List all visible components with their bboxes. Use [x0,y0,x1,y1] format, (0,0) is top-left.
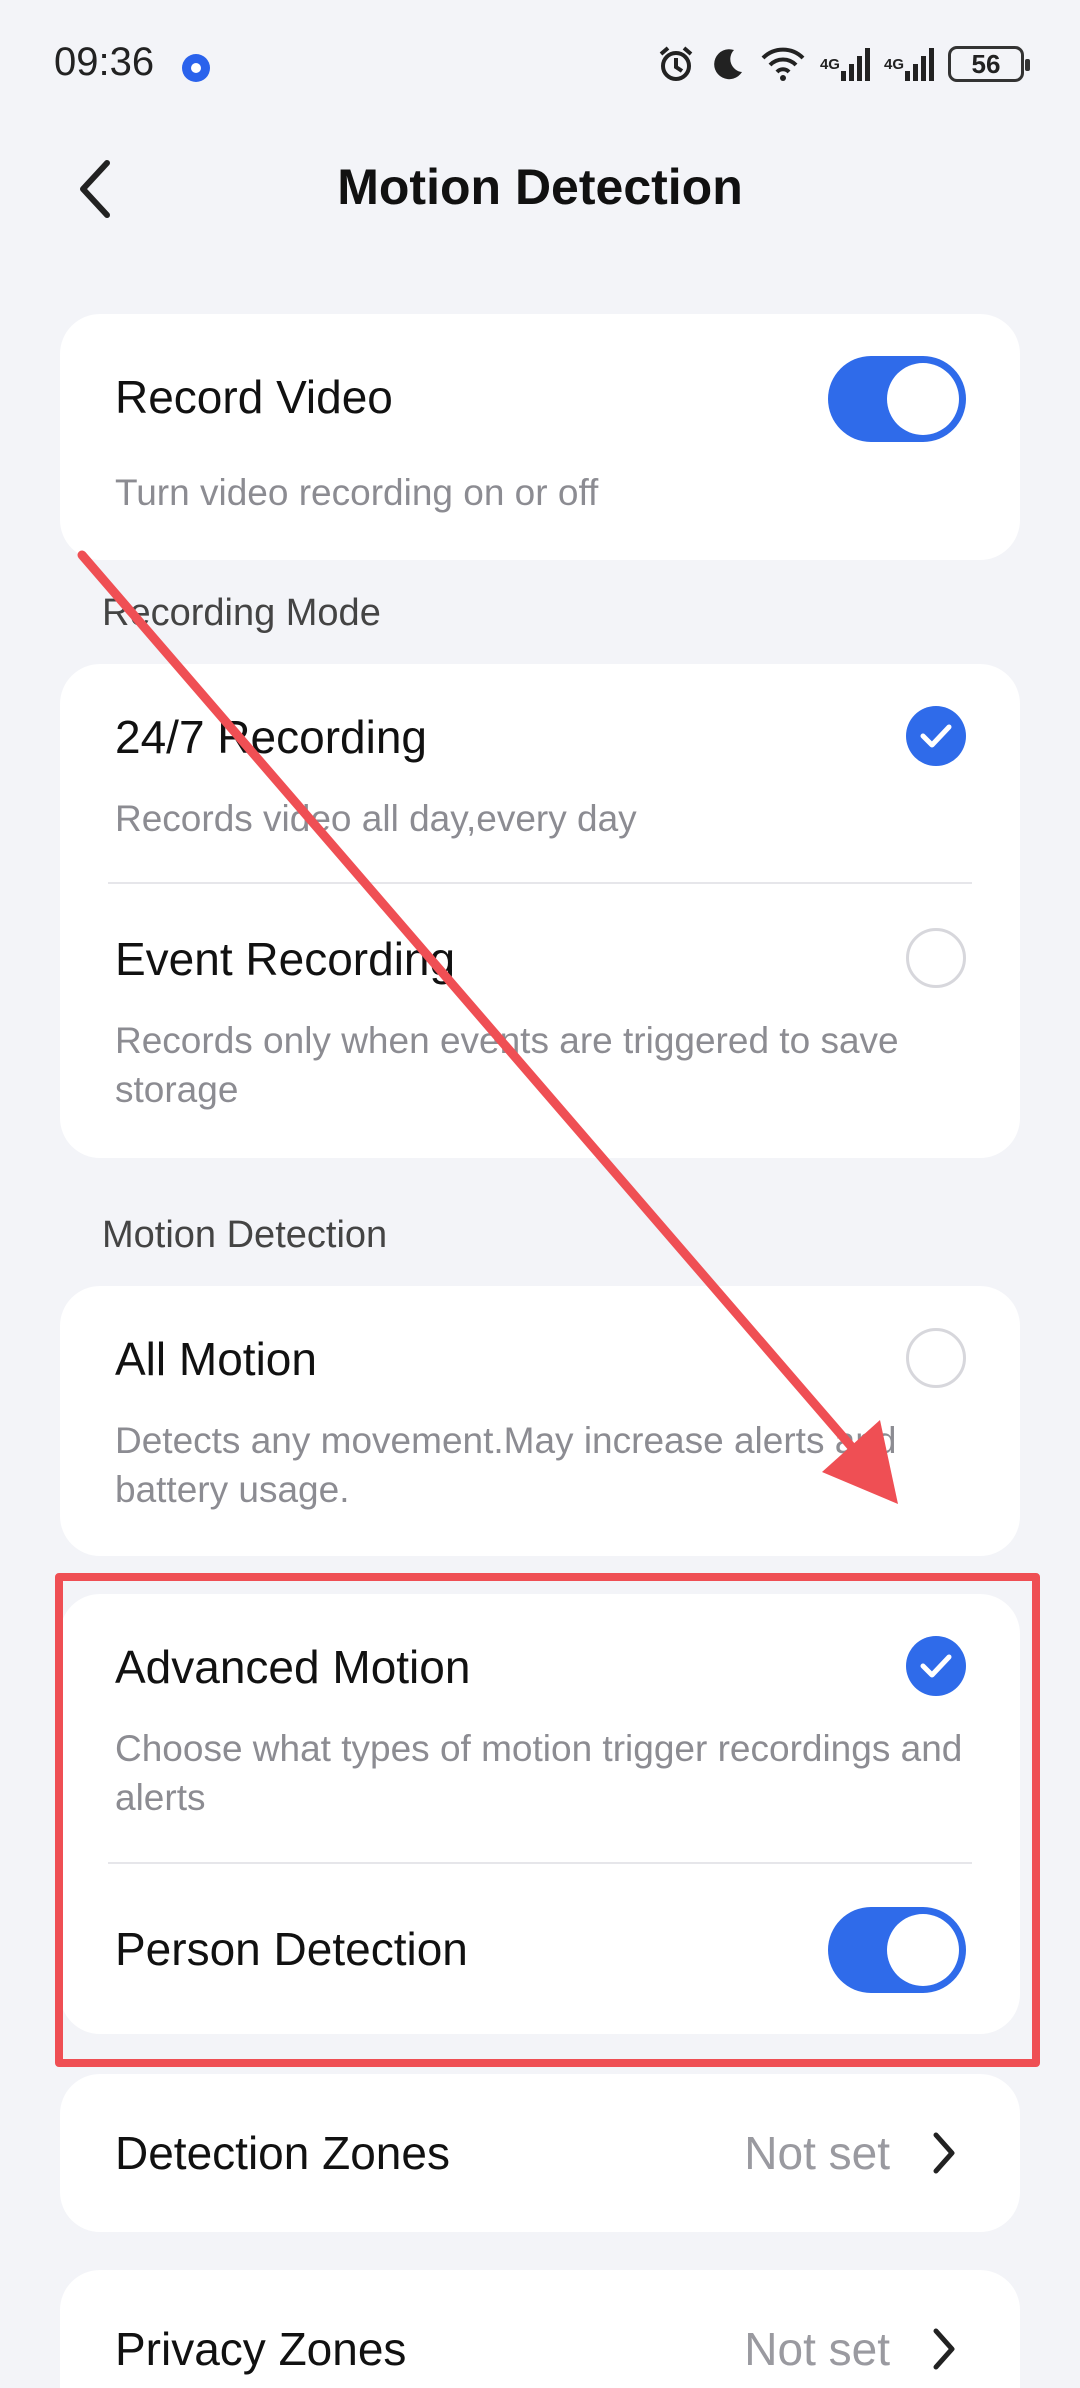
all-motion-title: All Motion [115,1333,317,1385]
status-bar: 09:36 4G 4G 56 [0,0,1080,130]
header: Motion Detection [0,130,1080,250]
radio-unselected[interactable] [906,928,966,988]
chevron-right-icon [924,2324,964,2374]
cellular-signal-icon-2: 4G [884,47,934,81]
person-detection-title: Person Detection [115,1923,468,1975]
option-title: Event Recording [115,933,456,985]
privacy-zones-row[interactable]: Privacy Zones Not set [60,2270,1020,2388]
all-motion-subtitle: Detects any movement.May increase alerts… [115,1420,897,1510]
option-title: 24/7 Recording [115,711,427,763]
battery-indicator: 56 [948,46,1030,82]
record-video-subtitle: Turn video recording on or off [115,472,599,513]
radio-selected[interactable] [906,706,966,766]
detection-zones-row[interactable]: Detection Zones Not set [60,2074,1020,2232]
checkmark-icon [920,724,952,748]
person-detection-toggle[interactable] [828,1907,966,1993]
motion-detection-screen: 09:36 4G 4G 56 Motion Detection Record V… [0,0,1080,2388]
motion-detection-label: Motion Detection [102,1214,388,1256]
advanced-motion-title: Advanced Motion [115,1641,471,1693]
option-subtitle: Records only when events are triggered t… [115,1020,899,1110]
record-video-toggle[interactable] [828,356,966,442]
page-title: Motion Detection [337,159,743,215]
radio-selected[interactable] [906,1636,966,1696]
toggle-knob [887,363,959,435]
status-time: 09:36 [54,40,155,84]
checkmark-icon [920,1654,952,1678]
detection-zones-title: Detection Zones [115,2127,450,2179]
advanced-motion-card: Advanced Motion Choose what types of mot… [60,1594,1020,2034]
detection-zones-value: Not set [744,2127,890,2179]
recording-mode-label: Recording Mode [102,592,381,634]
cellular-signal-icon-1: 4G [820,47,870,81]
divider [108,1862,972,1864]
record-video-title: Record Video [115,371,393,423]
advanced-motion-subtitle: Choose what types of motion trigger reco… [115,1728,963,1818]
wifi-icon [760,46,806,82]
divider [108,882,972,884]
status-icons: 4G 4G 56 [656,44,1030,84]
alarm-icon [656,44,696,84]
record-video-card: Record Video Turn video recording on or … [60,314,1020,560]
radio-unselected[interactable] [906,1328,966,1388]
recording-mode-card: 24/7 Recording Records video all day,eve… [60,664,1020,1158]
privacy-zones-title: Privacy Zones [115,2323,407,2375]
all-motion-card[interactable]: All Motion Detects any movement.May incr… [60,1286,1020,1556]
option-subtitle: Records video all day,every day [115,798,637,839]
moon-icon [710,46,746,82]
chevron-right-icon [924,2128,964,2178]
privacy-zones-value: Not set [744,2323,890,2375]
app-notification-icon [182,54,210,82]
toggle-knob [887,1914,959,1986]
